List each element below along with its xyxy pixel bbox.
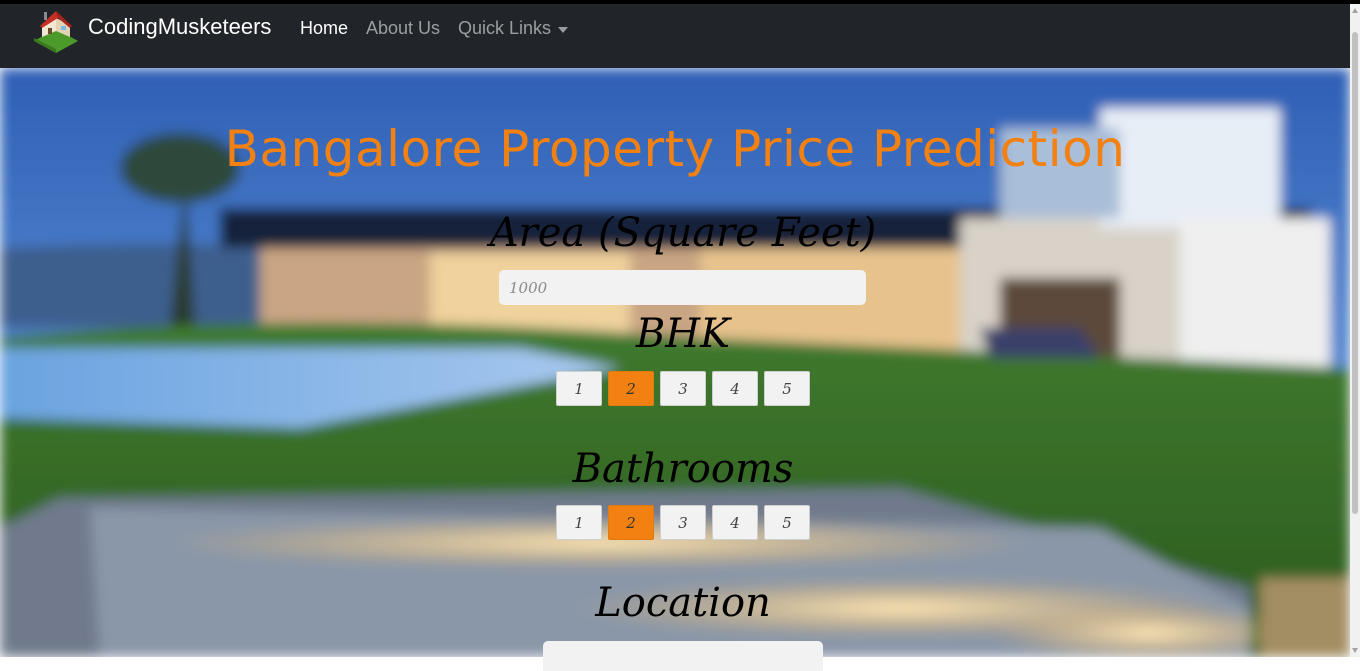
bhk-label: BHK [635,311,731,357]
nav-about-us-link[interactable]: About Us [366,18,440,39]
area-label: Area (Square Feet) [489,210,877,256]
house-logo-icon[interactable] [32,9,80,53]
prediction-form: Bangalore Property Price Prediction Area… [0,68,1350,671]
brand-name[interactable]: CodingMusketeers [88,14,271,40]
page-title: Bangalore Property Price Prediction [224,120,1126,178]
bathrooms-option-2[interactable]: 2 [608,505,654,540]
bhk-option-4[interactable]: 4 [712,371,758,406]
location-select[interactable] [543,641,823,671]
bathrooms-selector: 1 2 3 4 5 [556,505,810,540]
bhk-option-2[interactable]: 2 [608,371,654,406]
location-label: Location [595,580,771,626]
bhk-option-1[interactable]: 1 [556,371,602,406]
bathrooms-label: Bathrooms [572,446,794,492]
area-input[interactable] [499,270,866,305]
navbar: CodingMusketeers Home About Us Quick Lin… [0,4,1350,68]
scrollbar-thumb[interactable] [1352,32,1358,514]
bathrooms-option-1[interactable]: 1 [556,505,602,540]
bhk-selector: 1 2 3 4 5 [556,371,810,406]
bathrooms-option-3[interactable]: 3 [660,505,706,540]
scroll-up-arrow-icon[interactable] [1352,8,1358,13]
bathrooms-option-5[interactable]: 5 [764,505,810,540]
chevron-down-icon[interactable] [558,27,568,33]
bhk-option-5[interactable]: 5 [764,371,810,406]
bathrooms-option-4[interactable]: 4 [712,505,758,540]
bhk-option-3[interactable]: 3 [660,371,706,406]
nav-quick-links-dropdown[interactable]: Quick Links [458,18,551,39]
scroll-down-arrow-icon[interactable] [1352,648,1358,653]
nav-home-link[interactable]: Home [300,18,348,39]
